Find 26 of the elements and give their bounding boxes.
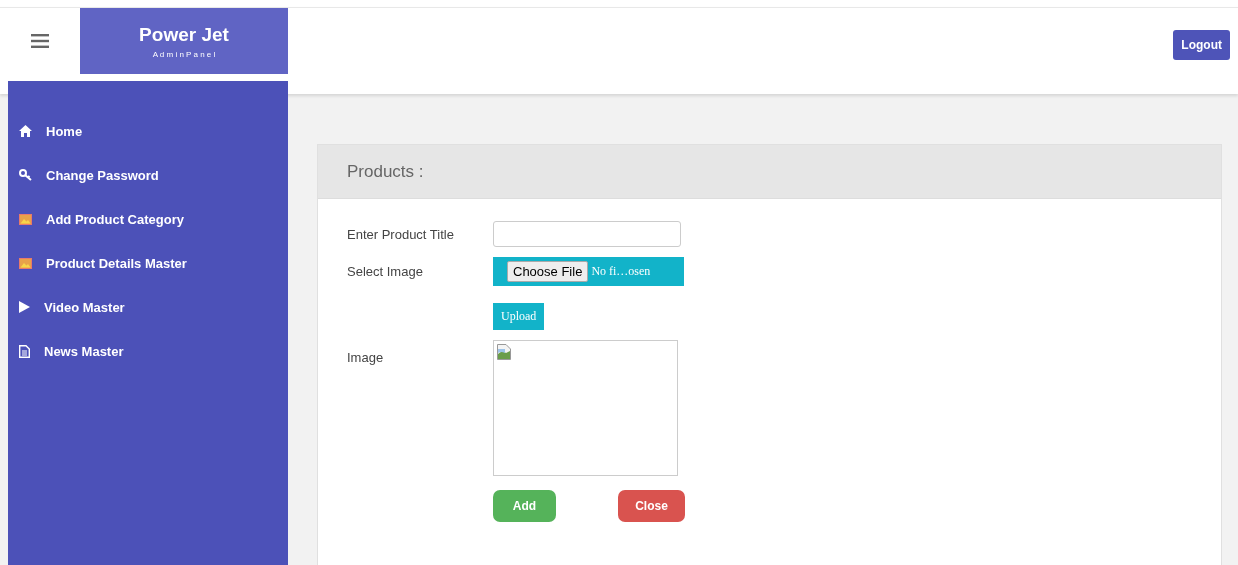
card-title: Products :	[347, 161, 424, 182]
choose-file-button[interactable]: Choose File	[507, 261, 589, 282]
brand-subtitle: A d m i n P a n e l	[152, 49, 216, 59]
close-button[interactable]: Close	[618, 490, 685, 522]
sidebar-item[interactable]: Change Password	[8, 153, 288, 197]
logout-button[interactable]: Logout	[1173, 30, 1230, 60]
field-label: Enter Product Title	[347, 226, 455, 242]
file-input[interactable]: Choose File No fi…osen	[493, 257, 684, 286]
home-icon	[19, 125, 32, 137]
product-title-field[interactable]	[493, 221, 681, 247]
key-icon	[19, 169, 32, 181]
image-icon	[19, 257, 32, 269]
field-label: Image	[347, 350, 385, 365]
sidebar-item[interactable]: News Master	[8, 329, 288, 373]
image-icon	[19, 213, 32, 225]
file-status: No fi…osen	[591, 264, 651, 279]
sidebar-item[interactable]: Product Details Master	[8, 241, 288, 285]
menu-icon[interactable]	[31, 34, 49, 48]
document-icon	[19, 344, 30, 358]
sidebar-item[interactable]: Add Product Category	[8, 197, 288, 241]
play-icon	[19, 301, 30, 313]
broken-image-icon	[497, 344, 511, 360]
sidebar-item[interactable]: Home	[8, 109, 288, 153]
sidebar-item[interactable]: Video Master	[8, 285, 288, 329]
field-label: Select Image	[347, 264, 424, 279]
brand-title: Power Jet	[139, 23, 229, 46]
